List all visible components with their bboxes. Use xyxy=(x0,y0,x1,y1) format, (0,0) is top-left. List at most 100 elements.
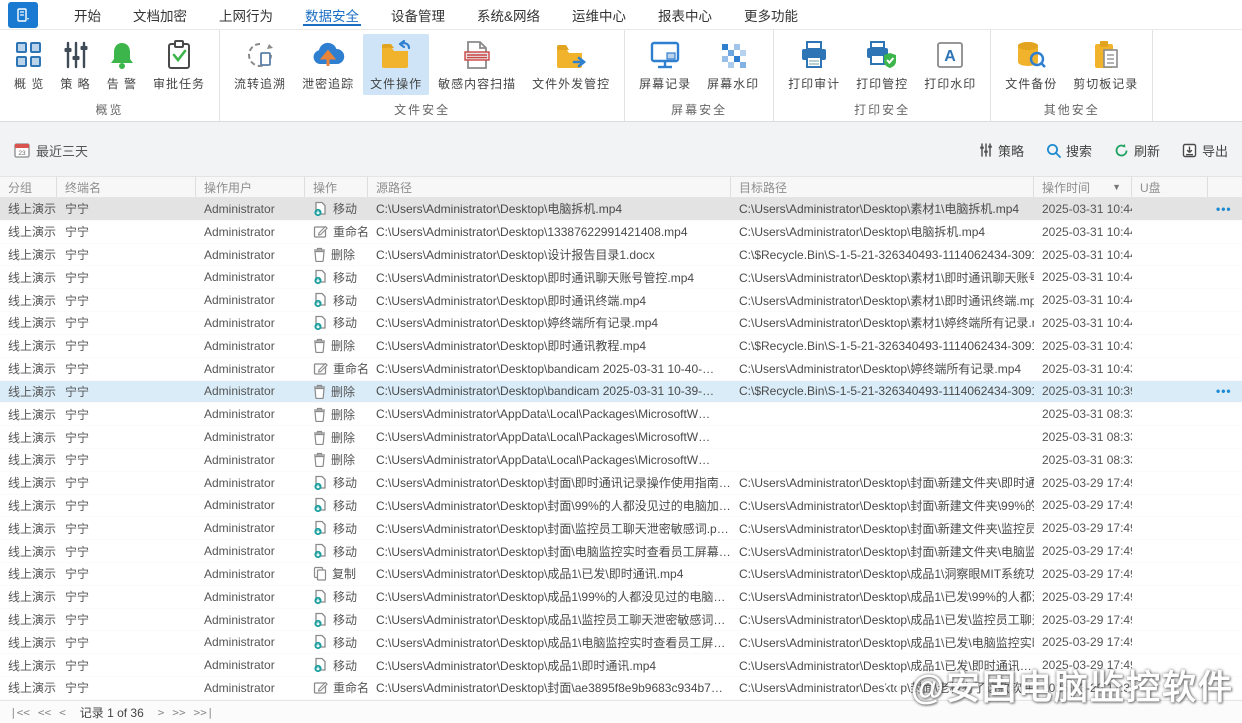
ribbon-item-剪切板记录[interactable]: 剪切板记录 xyxy=(1066,34,1145,95)
record-count-label: 记录 1 of 36 xyxy=(79,705,144,720)
ribbon-item-流转追溯[interactable]: 流转追溯 xyxy=(227,34,293,95)
column-header-目标路径[interactable]: 目标路径 xyxy=(731,177,1034,197)
ribbon-item-label: 屏幕水印 xyxy=(707,77,760,91)
operation-label: 重命名 xyxy=(333,681,368,696)
toolbar-button-搜索[interactable]: 搜索 xyxy=(1046,141,1092,160)
menu-tab-上网行为[interactable]: 上网行为 xyxy=(207,0,285,29)
toolbar-button-策略[interactable]: 策略 xyxy=(979,141,1024,160)
column-header-操作时间[interactable]: 操作时间 ▼ xyxy=(1034,177,1132,197)
table-row[interactable]: 线上演示 宁宁 Administrator 删除 C:\Users\Administra… xyxy=(0,426,1242,449)
pager-left-1[interactable]: << xyxy=(38,706,51,719)
table-row[interactable]: 线上演示 宁宁 Administrator 重命名 C:\Users\Administr… xyxy=(0,220,1242,244)
column-header-分组[interactable]: 分组 xyxy=(0,177,57,197)
table-row[interactable]: 线上演示 宁宁 Administrator 删除 C:\Users\Administra… xyxy=(0,334,1242,358)
cell-op: 删除 xyxy=(305,383,368,400)
column-header-源路径[interactable]: 源路径 xyxy=(368,177,731,197)
table-row[interactable]: 线上演示 宁宁 Administrator 删除 C:\Users\Administra… xyxy=(0,403,1242,427)
column-header-操作[interactable]: 操作 xyxy=(305,177,368,197)
cell-terminal: 宁宁 xyxy=(65,248,90,263)
menu-tab-系统&网络[interactable]: 系统&网络 xyxy=(465,0,552,29)
ribbon-item-文件外发管控[interactable]: 文件外发管控 xyxy=(525,34,617,95)
menu-tab-开始[interactable]: 开始 xyxy=(62,0,113,29)
ribbon-item-屏幕水印[interactable]: 屏幕水印 xyxy=(700,34,766,95)
cell-group: 线上演示 xyxy=(8,521,57,536)
table-row[interactable]: 线上演示 宁宁 Administrator 重命名 C:\Users\Administr… xyxy=(0,357,1242,381)
ribbon-item-敏感内容扫描[interactable]: 敏感内容扫描 xyxy=(431,34,523,95)
table-row[interactable]: 线上演示 宁宁 Administrator 移动 C:\Users\Administra… xyxy=(0,540,1242,563)
cell-source: C:\Users\Administrator\Desktop\电脑拆机.mp4 xyxy=(376,202,623,217)
ribbon-item-告警[interactable]: 告 警 xyxy=(100,34,144,95)
table-row[interactable]: 线上演示 宁宁 Administrator 删除 C:\Users\Administra… xyxy=(0,243,1242,267)
menu-tab-更多功能[interactable]: 更多功能 xyxy=(732,0,810,29)
row-actions-button[interactable]: ••• xyxy=(1216,384,1232,398)
cell-group: 线上演示 xyxy=(8,476,57,491)
ribbon-item-屏幕记录[interactable]: 屏幕记录 xyxy=(632,34,698,95)
table-row[interactable]: 线上演示 宁宁 Administrator 复制 C:\Users\Administra… xyxy=(0,563,1242,586)
ribbon-item-打印水印[interactable]: A 打印水印 xyxy=(917,34,983,95)
row-actions-button[interactable]: ••• xyxy=(1216,202,1232,216)
menu-tab-文档加密[interactable]: 文档加密 xyxy=(121,0,199,29)
table-row[interactable]: 线上演示 宁宁 Administrator 移动 C:\Users\Administra… xyxy=(0,289,1242,313)
date-filter-button[interactable]: 23 最近三天 xyxy=(14,141,88,160)
cell-user: Administrator xyxy=(204,407,275,422)
cell-group: 线上演示 xyxy=(8,225,57,240)
table-row[interactable]: 线上演示 宁宁 Administrator 移动 C:\Users\Administra… xyxy=(0,266,1242,290)
cell-target: C:\$Recycle.Bin\S-1-5-21-326340493-11140… xyxy=(739,338,1034,353)
app-logo-icon[interactable] xyxy=(8,1,38,28)
ribbon-item-泄密追踪[interactable]: 泄密追踪 xyxy=(295,34,361,95)
ribbon-item-打印管控[interactable]: 打印管控 xyxy=(849,34,915,95)
column-header-actions[interactable] xyxy=(1208,177,1242,197)
ribbon-group-屏幕安全: 屏幕记录 屏幕水印 屏幕安全 xyxy=(625,30,775,121)
table-row[interactable]: 线上演示 宁宁 Administrator 移动 C:\Users\Administra… xyxy=(0,631,1242,655)
table-row[interactable]: 线上演示 宁宁 Administrator 移动 C:\Users\Administra… xyxy=(0,517,1242,541)
pager-right-0[interactable]: > xyxy=(158,706,165,719)
ribbon-item-label: 概 览 xyxy=(14,77,45,91)
pager-right-1[interactable]: >> xyxy=(172,706,185,719)
table-row[interactable]: 线上演示 宁宁 Administrator 移动 C:\Users\Administra… xyxy=(0,471,1242,495)
toolbar-button-label: 刷新 xyxy=(1133,143,1160,159)
cell-target: C:\Users\Administrator\Desktop\封面\新建文件夹\… xyxy=(739,476,1034,491)
ribbon-item-审批任务[interactable]: 审批任务 xyxy=(146,34,212,95)
table-row[interactable]: 线上演示 宁宁 Administrator 删除 C:\Users\Administra… xyxy=(0,448,1242,472)
table-row[interactable]: 线上演示 宁宁 Administrator 重命名 C:\Users\Administr… xyxy=(0,677,1242,700)
table-row[interactable]: 线上演示 宁宁 Administrator 移动 C:\Users\Administra… xyxy=(0,494,1242,518)
ribbon-item-打印审计[interactable]: 打印审计 xyxy=(781,34,847,95)
ribbon-item-概览[interactable]: 概 览 xyxy=(7,34,51,95)
operation-label: 移动 xyxy=(333,658,358,673)
ribbon-item-策略[interactable]: 策 略 xyxy=(53,34,97,95)
table-row[interactable]: 线上演示 宁宁 Administrator 移动 C:\Users\Administra… xyxy=(0,585,1242,609)
column-header-label: 操作 xyxy=(313,180,338,195)
toolbar-button-导出[interactable]: 导出 xyxy=(1182,141,1228,160)
cell-target: C:\Users\Administrator\Desktop\成品1\已发\99… xyxy=(739,590,1034,605)
table-row[interactable]: 线上演示 宁宁 Administrator 移动 C:\Users\Administra… xyxy=(0,198,1242,221)
menu-tab-数据安全[interactable]: 数据安全 xyxy=(293,0,371,29)
cell-group: 线上演示 xyxy=(8,362,57,377)
pager-right-2[interactable]: >>| xyxy=(194,706,214,719)
cell-target: C:\Users\Administrator\Desktop\素材1\婷终端所有… xyxy=(739,316,1034,331)
printer-shield-icon xyxy=(865,40,899,70)
table-row[interactable]: 线上演示 宁宁 Administrator 删除 C:\Users\Administra… xyxy=(0,380,1242,404)
column-header-操作用户[interactable]: 操作用户 xyxy=(196,177,305,197)
cell-group: 线上演示 xyxy=(8,681,57,696)
cell-group: 线上演示 xyxy=(8,407,57,422)
menu-tab-报表中心[interactable]: 报表中心 xyxy=(646,0,724,29)
column-header-U盘[interactable]: U盘 xyxy=(1132,177,1208,197)
cell-op: 移动 xyxy=(305,497,368,514)
ribbon-item-文件操作[interactable]: 文件操作 xyxy=(363,34,430,95)
column-header-终端名[interactable]: 终端名 xyxy=(57,177,196,197)
svg-text:A: A xyxy=(944,48,956,65)
pager-left-2[interactable]: < xyxy=(59,706,66,719)
cell-target: C:\Users\Administrator\Desktop\封面\新建文件夹\… xyxy=(739,498,1034,513)
cell-op: 删除 xyxy=(305,406,368,423)
ribbon-item-文件备份[interactable]: 文件备份 xyxy=(998,34,1064,95)
toolbar-button-刷新[interactable]: 刷新 xyxy=(1114,141,1160,160)
table-row[interactable]: 线上演示 宁宁 Administrator 移动 C:\Users\Administra… xyxy=(0,312,1242,335)
pager-left-0[interactable]: |<< xyxy=(10,706,30,719)
table-row[interactable]: 线上演示 宁宁 Administrator 移动 C:\Users\Administra… xyxy=(0,654,1242,678)
move-icon xyxy=(313,634,328,650)
menu-tab-运维中心[interactable]: 运维中心 xyxy=(560,0,638,29)
cell-time: 2025-03-31 08:33:22 xyxy=(1042,452,1132,467)
table-row[interactable]: 线上演示 宁宁 Administrator 移动 C:\Users\Administra… xyxy=(0,608,1242,632)
menu-tab-设备管理[interactable]: 设备管理 xyxy=(379,0,457,29)
filter-caret-icon[interactable]: ▼ xyxy=(1112,182,1123,192)
